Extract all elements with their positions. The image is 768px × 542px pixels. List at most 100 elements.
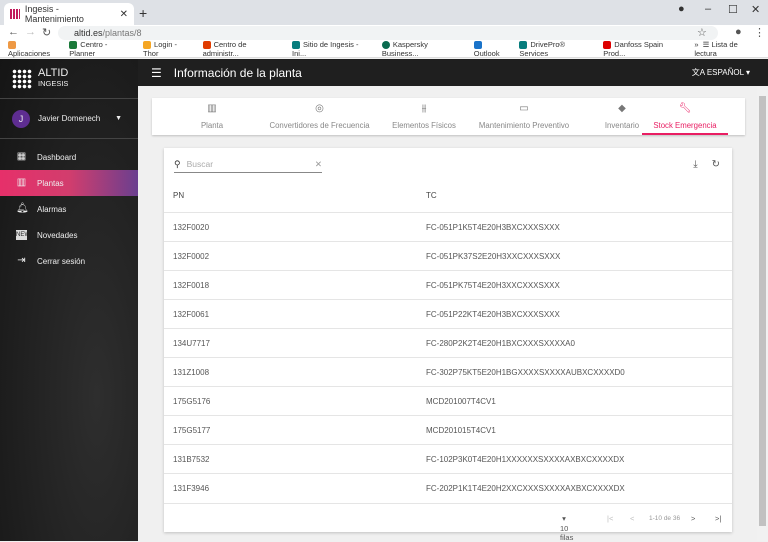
bookmark[interactable]: Login - Thor (143, 40, 193, 58)
tab-stock-emergencia[interactable]: 🔧︎ Stock Emergencia (642, 98, 728, 135)
dashboard-icon: ▦ (16, 151, 27, 162)
menu-icon[interactable]: ⋮ (754, 26, 765, 39)
sidebar-item-novedades[interactable]: NEW Novedades (0, 222, 138, 248)
sidebar-item-dashboard[interactable]: ▦ Dashboard (0, 144, 138, 170)
sidebar-item-logout[interactable]: ⇥ Cerrar sesión (0, 248, 138, 274)
bookmark[interactable]: Outlook (473, 40, 510, 58)
cell-pn: 132F0061 (173, 310, 210, 319)
table-row[interactable]: 175G5177 MCD201015T4CV1 (164, 415, 732, 444)
reading-list[interactable]: » ☰ Lista de lectura (694, 40, 760, 58)
cell-tc: FC-202P1K1T4E20H2XXCXXXSXXXXAXBXCXXXXDX (426, 484, 625, 493)
wrench-icon: 🔧︎ (678, 103, 692, 114)
table-row[interactable]: 131F3946 FC-202P1K1T4E20H2XXCXXXSXXXXAXBX… (164, 473, 732, 502)
table-row[interactable]: 132F0002 FC-051PK37S2E20H3XXCXXXSXXX (164, 241, 732, 270)
cell-tc: MCD201015T4CV1 (426, 426, 496, 435)
cell-pn: 132F0002 (173, 252, 210, 261)
bookmarks-bar: Aplicaciones Centro - Planner Login - Th… (0, 40, 768, 58)
first-page-icon[interactable]: |< (607, 514, 613, 523)
profile-icon[interactable]: ● (678, 3, 685, 15)
app-header: ☰ Información de la planta 文A ESPAÑOL ▾ (138, 59, 768, 86)
rows-per-page-select[interactable]: 10 filas ▾ (560, 514, 573, 542)
bookmark[interactable]: Aplicaciones (8, 40, 59, 58)
prev-page-icon[interactable]: < (630, 514, 634, 523)
column-header-pn[interactable]: PN (173, 191, 184, 200)
building-icon: ▥ (16, 177, 27, 188)
download-icon[interactable]: ⤓ (693, 159, 697, 170)
reload-icon[interactable]: ↻ (42, 26, 51, 39)
cell-pn: 134U7717 (173, 339, 210, 348)
language-selector[interactable]: 文A ESPAÑOL ▾ (692, 67, 750, 78)
table-row[interactable]: 175G5176 MCD201007T4CV1 (164, 386, 732, 415)
table-row[interactable]: 134U7717 FC-280P2K2T4E20H1BXCXXXSXXXXA0 (164, 328, 732, 357)
sidebar-item-plantas[interactable]: ▥ Plantas (0, 170, 138, 196)
new-tab-button[interactable]: + (139, 5, 147, 21)
cell-tc: MCD201007T4CV1 (426, 397, 496, 406)
plant-tabs: ▥ Planta ◎ Convertidores de Frecuencia ⫵ El… (152, 98, 745, 135)
table-row[interactable]: 132F0061 FC-051P22KT4E20H3BXCXXXSXXX (164, 299, 732, 328)
bookmark[interactable]: Kaspersky Business... (381, 40, 464, 58)
table-row[interactable]: 132F0018 FC-051PK75T4E20H3XXCXXXSXXX (164, 270, 732, 299)
logo-icon (12, 68, 32, 89)
sidebar-item-alarmas[interactable]: 🔔︎ Alarmas (0, 196, 138, 222)
pagination: 10 filas ▾ |< < 1-10 de 36 > >| (164, 503, 732, 542)
bookmark[interactable]: Danfoss Spain Prod... (603, 40, 684, 58)
cell-tc: FC-051P1K5T4E20H3BXCXXXSXXX (426, 223, 560, 232)
account-icon[interactable]: ● (735, 26, 742, 38)
star-icon[interactable]: ☆ (697, 26, 707, 39)
bookmark[interactable]: Centro de administr... (202, 40, 282, 58)
cell-pn: 175G5177 (173, 426, 211, 435)
sidebar: ALTID INGESIS J Javier Domenech ▼ ▦ Dashboar… (0, 59, 138, 541)
building-icon: ▥ (207, 103, 217, 114)
tab-convertidores[interactable]: ◎ Convertidores de Frecuencia (257, 98, 382, 135)
next-page-icon[interactable]: > (691, 514, 695, 523)
column-header-tc[interactable]: TC (426, 191, 437, 200)
close-window-button[interactable]: ✕ (751, 3, 760, 16)
tab-planta[interactable]: ▥ Planta (182, 98, 242, 135)
table-row[interactable]: 131B7532 FC-102P3K0T4E20H1XXXXXXSXXXXAXBX… (164, 444, 732, 473)
cell-pn: 132F0018 (173, 281, 210, 290)
bookmark[interactable]: Sitio de Ingesis - Ini... (292, 40, 372, 58)
clear-icon[interactable]: ✕ (315, 159, 322, 170)
avatar: J (12, 109, 30, 128)
table-row[interactable]: 132F0020 FC-051P1K5T4E20H3BXCXXXSXXX (164, 212, 732, 241)
refresh-icon[interactable]: ↻ (712, 159, 720, 170)
favicon-icon (10, 9, 20, 19)
cell-tc: FC-051PK75T4E20H3XXCXXXSXXX (426, 281, 560, 290)
menu-collapse-icon[interactable]: ☰ (151, 66, 162, 80)
close-tab-icon[interactable]: ✕ (120, 9, 128, 20)
minimize-button[interactable]: – (705, 3, 711, 15)
logout-icon: ⇥ (17, 255, 26, 266)
bookmark[interactable]: DrivePro® Services (519, 40, 593, 58)
chip-icon: ◎ (315, 103, 324, 114)
cell-tc: FC-280P2K2T4E20H1BXCXXXSXXXXA0 (426, 339, 575, 348)
bookmark[interactable]: Centro - Planner (69, 40, 133, 58)
stock-table-card: ⚲ Buscar ✕ ⤓ ↻ PN TC 132F0020 FC-051P1K5T4E2… (164, 148, 732, 542)
browser-tabbar: Ingesis - Mantenimiento ✕ + ● – ☐ ✕ (0, 0, 768, 25)
address-toolbar: ← → ↻ altid.es/plantas/8 ☆ ● ⋮ (0, 25, 768, 41)
cell-pn: 131Z1008 (173, 368, 210, 377)
logo: ALTID INGESIS (0, 59, 138, 99)
user-menu[interactable]: J Javier Domenech ▼ (0, 99, 138, 139)
last-page-icon[interactable]: >| (715, 514, 721, 523)
page-range: 1-10 de 36 (649, 515, 681, 522)
browser-tab[interactable]: Ingesis - Mantenimiento ✕ (4, 3, 134, 25)
table-row[interactable]: 131Z1008 FC-302P75KT5E20H1BGXXXXSXXXXAUBX… (164, 357, 732, 386)
page-title: Información de la planta (173, 65, 302, 80)
scrollbar[interactable] (757, 86, 768, 541)
cell-tc: FC-102P3K0T4E20H1XXXXXXSXXXXAXBXCXXXXDX (426, 455, 625, 464)
search-icon: ⚲ (174, 158, 181, 169)
cell-tc: FC-051P22KT4E20H3BXCXXXSXXX (426, 310, 560, 319)
cell-tc: FC-302P75KT5E20H1BGXXXXSXXXXAUBXCXXXXD0 (426, 368, 625, 377)
cell-pn: 131F3946 (173, 484, 210, 493)
cell-pn: 175G5176 (173, 397, 211, 406)
search-input[interactable]: ⚲ Buscar ✕ (174, 156, 322, 173)
back-icon[interactable]: ← (8, 26, 19, 38)
cell-tc: FC-051PK37S2E20H3XXCXXXSXXX (426, 252, 561, 261)
forward-icon[interactable]: → (25, 26, 36, 38)
url-bar[interactable]: altid.es/plantas/8 (58, 26, 718, 40)
cell-pn: 131B7532 (173, 455, 210, 464)
cell-pn: 132F0020 (173, 223, 210, 232)
new-icon: NEW (16, 230, 30, 240)
caret-down-icon: ▼ (115, 115, 122, 122)
maximize-button[interactable]: ☐ (728, 3, 738, 16)
